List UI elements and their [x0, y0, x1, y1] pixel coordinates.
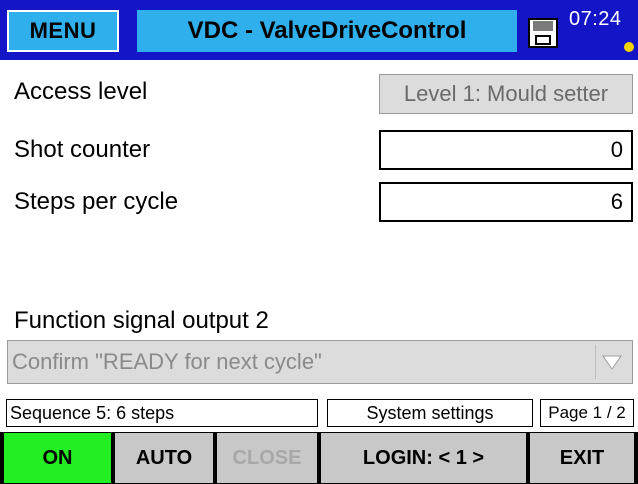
clock-display: 07:24 — [569, 8, 622, 30]
dropdown-button[interactable] — [595, 345, 628, 379]
login-button[interactable]: LOGIN: < 1 > — [321, 433, 526, 483]
function-signal-label: Function signal output 2 — [14, 307, 269, 334]
triangle-down-icon — [602, 355, 622, 370]
close-button[interactable]: CLOSE — [217, 433, 317, 483]
shot-counter-label: Shot counter — [14, 136, 151, 163]
exit-button[interactable]: EXIT — [530, 433, 634, 483]
status-dot — [624, 42, 634, 52]
menu-button[interactable]: MENU — [7, 10, 119, 52]
steps-per-cycle-input[interactable]: 6 — [379, 182, 633, 222]
steps-per-cycle-label: Steps per cycle — [14, 188, 179, 215]
section-status: System settings — [327, 399, 533, 427]
auto-button[interactable]: AUTO — [115, 433, 213, 483]
access-level-label: Access level — [14, 78, 148, 105]
access-level-field: Level 1: Mould setter — [379, 74, 633, 114]
sequence-status: Sequence 5: 6 steps — [6, 399, 318, 427]
on-button[interactable]: ON — [4, 433, 111, 483]
floppy-disk-icon[interactable] — [528, 18, 558, 48]
shot-counter-input[interactable]: 0 — [379, 130, 633, 170]
function-signal-value: Confirm "READY for next cycle" — [12, 349, 322, 374]
function-signal-select[interactable]: Confirm "READY for next cycle" — [7, 340, 633, 384]
page-indicator: Page 1 / 2 — [540, 399, 634, 427]
app-title: VDC - ValveDriveControl — [137, 10, 517, 52]
